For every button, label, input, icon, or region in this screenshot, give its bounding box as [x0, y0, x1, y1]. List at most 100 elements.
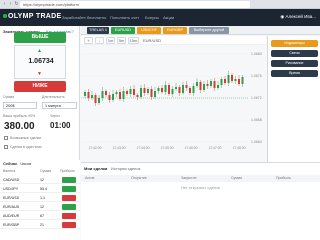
table-row: CAD/USD 12	[0, 176, 80, 184]
asset-bar: TRELAS 1 EURUSD 80% USDCHF 82% EURGBP 82…	[81, 26, 320, 39]
candle-body	[161, 88, 163, 92]
amount-input[interactable]: 200$	[3, 102, 37, 109]
reload-icon[interactable]: ↻	[14, 1, 19, 8]
candle-body	[108, 95, 111, 100]
arrow-down-icon: ▼	[37, 71, 42, 77]
asset-tab-label: TRELAS 1	[89, 28, 107, 32]
current-price: 1.06734	[28, 58, 54, 65]
header-link-earn[interactable]: Заработайте бесплатно	[62, 15, 106, 20]
asset-tab-0[interactable]: TRELAS 1	[87, 27, 109, 34]
drawing-label: Рисование	[285, 61, 304, 65]
empty-state: Нет открытых сделок	[180, 185, 221, 190]
candle-body	[143, 88, 146, 93]
asset-tab-more[interactable]: Выберите другой актив	[189, 27, 229, 39]
candle-body	[133, 89, 135, 95]
col-sum: Сумма	[231, 176, 242, 180]
col-profit: Прибыль	[276, 176, 291, 180]
candle-body	[206, 84, 209, 86]
candle-body	[217, 85, 219, 88]
candle-body	[189, 88, 191, 93]
x-axis: 17:42:00 17:43:00 17:44:00 17:45:00 17:46:00…	[89, 146, 246, 150]
chart-pair: EUR/USD	[143, 38, 162, 43]
tab-trade-history[interactable]: История сделок	[111, 166, 140, 171]
time-btn-label: Время	[289, 71, 300, 75]
trade-amount: 1.1	[40, 196, 45, 200]
timeframe-5m[interactable]: 5m	[117, 37, 126, 44]
candle-body	[136, 95, 139, 97]
candle-body	[171, 89, 174, 94]
header-link-bonus[interactable]: Бонусы	[145, 15, 159, 20]
candle-body	[101, 91, 104, 98]
header-link-promo[interactable]: Акции	[163, 15, 174, 20]
col-profit: Прибыль	[60, 169, 75, 173]
expiry-time: 01:00	[50, 121, 71, 130]
time-button[interactable]: Время	[271, 70, 318, 77]
candle-body	[91, 95, 93, 98]
header-link-deposit[interactable]: Пополнить счет	[110, 15, 139, 20]
up-button[interactable]: ВЫШЕ	[14, 32, 66, 43]
candle-body	[164, 85, 167, 92]
x-tick-label: 17:46:00	[185, 146, 198, 150]
tab-now[interactable]: Сейчас	[3, 161, 17, 166]
profit-badge	[62, 213, 76, 219]
candle-body	[129, 89, 132, 94]
option-label-2: Сделка в один клик	[10, 145, 42, 149]
zoom-out-button[interactable]: -	[95, 37, 104, 44]
duration-select[interactable]: 1 минута	[42, 102, 77, 109]
tab-hours[interactable]: Часов	[20, 161, 31, 166]
table-row: EUR/GBP 21	[0, 221, 80, 229]
open-trades-panel: Мои сделки История сделок Актив Открытие…	[81, 162, 320, 240]
logo-icon	[3, 14, 7, 19]
user-name: Алексей Ива...	[285, 14, 317, 19]
candle-body	[150, 89, 153, 97]
timeframe-15m[interactable]: 15m	[128, 37, 139, 44]
user-menu[interactable]: ◉ Алексей Ива...	[280, 14, 316, 20]
price-box: ▲ 1.06734 ▼	[14, 45, 66, 79]
payout-value: 380.00	[4, 121, 35, 132]
candle-body	[185, 85, 188, 88]
candle-body	[112, 94, 114, 100]
table-row: USD/JPY 55.4	[0, 185, 80, 193]
forward-icon[interactable]: ›	[8, 1, 13, 8]
open-trades-header: Актив Открытие Закрытие Сумма Прибыль	[81, 175, 320, 182]
address-bar[interactable]: https://olymptrade.com/platform	[20, 1, 250, 8]
option-checkbox-2[interactable]	[4, 145, 8, 149]
table-row: EUR/AUD 12	[0, 203, 80, 211]
drawing-button[interactable]: Рисование	[271, 60, 318, 67]
indicators-button[interactable]: Индикаторы	[271, 40, 318, 47]
candle-body	[140, 88, 142, 97]
col-open: Открытие	[131, 176, 147, 180]
logo[interactable]: OLYMP TRADE	[3, 13, 61, 20]
asset-tab-2[interactable]: USDCHF 82%	[137, 27, 161, 39]
x-tick-label: 17:42:00	[89, 146, 102, 150]
back-icon[interactable]: ‹	[2, 1, 7, 8]
option-checkbox-1[interactable]	[4, 136, 8, 140]
candle-body	[157, 88, 160, 91]
recent-trades-table: Сейчас Часов Валюта Сумма Прибыль CAD/US…	[0, 160, 80, 240]
y-tick-label: 1.0672	[251, 96, 262, 100]
down-button[interactable]: НИЖЕ	[14, 81, 66, 92]
table-row: AUD/EUR 67	[0, 212, 80, 220]
browser-bar: ‹ › ↻ https://olymptrade.com/platform	[0, 0, 320, 9]
x-tick-label: 17:47:00	[209, 146, 222, 150]
tab-my-trades[interactable]: Мои сделки	[84, 166, 107, 171]
indicators-label: Индикаторы	[284, 41, 305, 45]
zoom-in-button[interactable]: +	[84, 37, 93, 44]
candlestick-chart[interactable]: 1.06801.06761.06721.06681.0664 17:42:00 1…	[81, 46, 266, 152]
x-tick-label: 17:48:00	[233, 146, 246, 150]
col-currency: Валюта	[3, 169, 16, 173]
trade-amount: 67	[40, 214, 44, 218]
timeframe-1m[interactable]: 1m	[106, 37, 115, 44]
amount-label: Сумма	[3, 95, 14, 99]
candle-body	[94, 95, 97, 103]
candle-body	[224, 79, 226, 83]
trade-amount: 55.4	[40, 187, 47, 191]
candle-body	[213, 81, 216, 88]
asset-tab-3[interactable]: EURGBP 82%	[163, 27, 187, 39]
col-amount: Сумма	[40, 169, 51, 173]
app-header: OLYMP TRADE Заработайте бесплатно Пополн…	[0, 9, 320, 26]
candles-button[interactable]: Свечи	[271, 50, 318, 57]
asset-tab-1[interactable]: EURUSD 80%	[111, 27, 135, 39]
chart-tools-panel: Индикаторы Свечи Рисование Время	[267, 36, 320, 162]
candle-body	[231, 75, 233, 81]
